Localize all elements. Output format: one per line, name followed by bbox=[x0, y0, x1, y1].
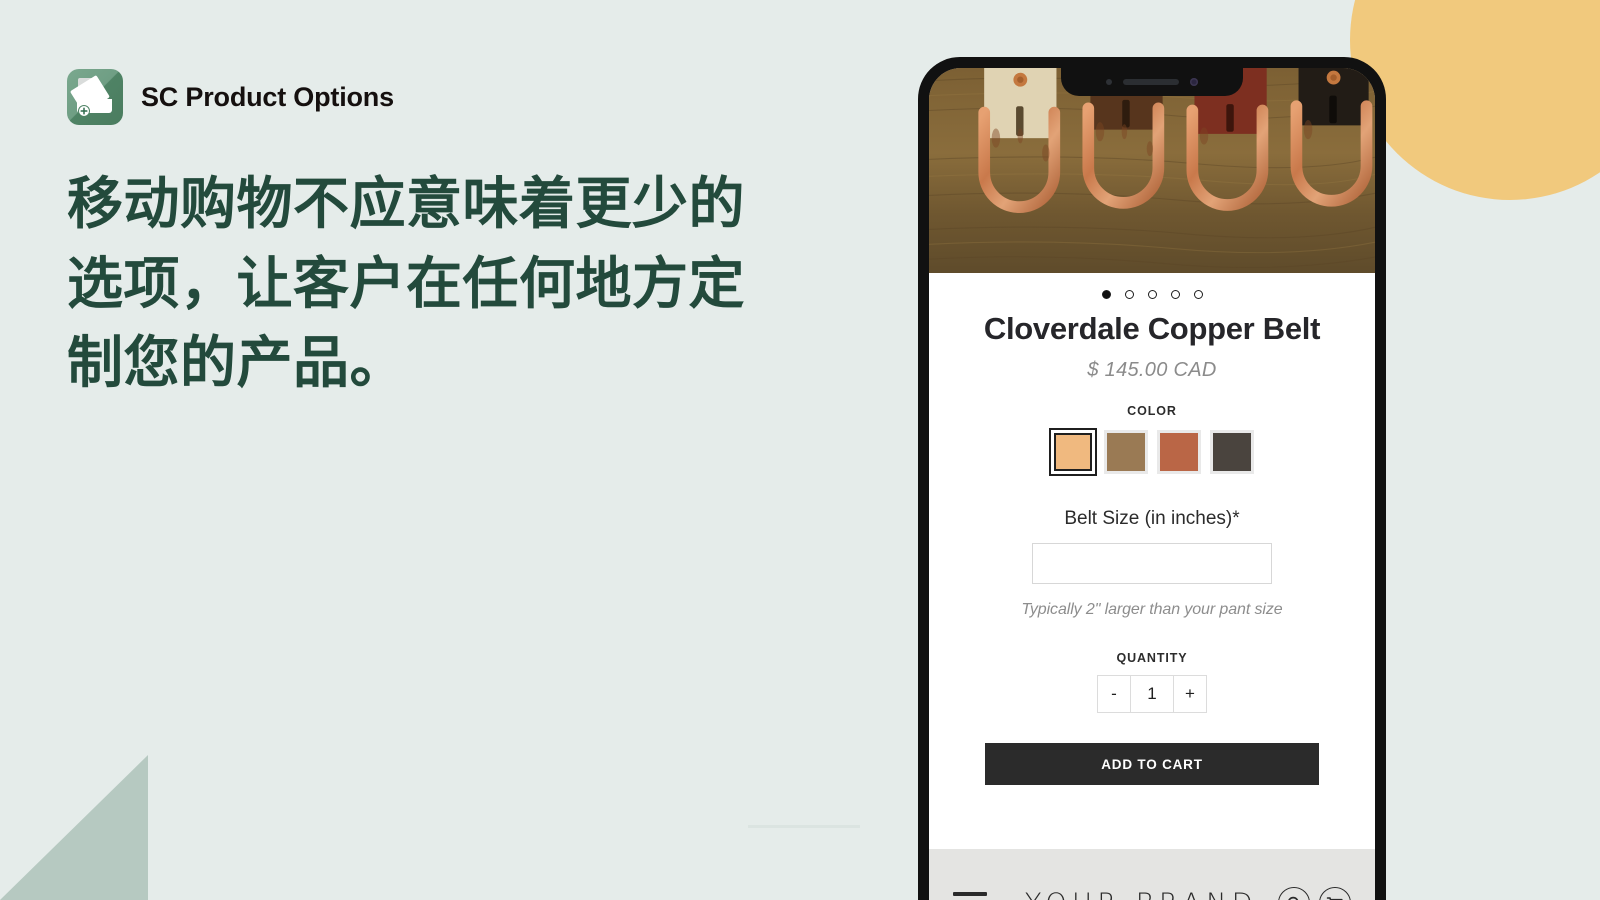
store-brand-name: YOUR BRAND bbox=[987, 888, 1278, 900]
color-option-label: COLOR bbox=[1127, 404, 1177, 418]
color-swatch-natural-tan[interactable] bbox=[1050, 430, 1095, 474]
hamburger-menu-icon[interactable] bbox=[953, 892, 987, 900]
carousel-dot-4[interactable] bbox=[1170, 290, 1180, 299]
carousel-dot-2[interactable] bbox=[1124, 290, 1134, 299]
product-image[interactable] bbox=[929, 68, 1375, 273]
app-title: SC Product Options bbox=[141, 81, 394, 112]
proximity-sensor-icon bbox=[1106, 79, 1112, 85]
decorative-divider-line bbox=[748, 825, 860, 828]
product-title: Cloverdale Copper Belt bbox=[983, 311, 1321, 346]
carousel-dot-5[interactable] bbox=[1193, 290, 1203, 299]
quantity-decrement-button[interactable]: - bbox=[1097, 675, 1131, 713]
front-camera-icon bbox=[1190, 78, 1198, 86]
phone-mockup: Cloverdale Copper Belt $ 145.00 CAD COLO… bbox=[918, 57, 1386, 900]
app-branding: SC Product Options bbox=[67, 68, 827, 126]
color-swatch-medium-brown[interactable] bbox=[1103, 430, 1148, 474]
store-header-bar: YOUR BRAND bbox=[929, 849, 1375, 900]
quantity-stepper[interactable]: - 1 + bbox=[929, 675, 1375, 713]
plus-icon bbox=[78, 105, 90, 117]
decorative-sage-triangle bbox=[0, 755, 148, 900]
store-bar-icons bbox=[1278, 887, 1351, 900]
color-swatch-rust[interactable] bbox=[1156, 430, 1201, 474]
belt-size-input[interactable] bbox=[1032, 543, 1272, 584]
quantity-label: QUANTITY bbox=[1116, 651, 1188, 665]
phone-notch bbox=[1061, 68, 1243, 96]
page-root: SC Product Options 移动购物不应意味着更少的选项，让客户在任何… bbox=[0, 0, 1600, 900]
carousel-dot-3[interactable] bbox=[1147, 290, 1157, 299]
belt-size-label: Belt Size (in inches)* bbox=[1064, 508, 1240, 529]
quantity-value[interactable]: 1 bbox=[1131, 675, 1173, 713]
color-swatch-group[interactable] bbox=[929, 430, 1375, 474]
carousel-dot-1[interactable] bbox=[1101, 290, 1111, 299]
belt-size-help-text: Typically 2" larger than your pant size bbox=[1021, 601, 1283, 618]
carousel-dots[interactable] bbox=[929, 273, 1375, 305]
search-icon[interactable] bbox=[1278, 887, 1310, 900]
product-price: $ 145.00 CAD bbox=[1087, 359, 1217, 381]
decorative-yellow-circle bbox=[1350, 0, 1600, 200]
phone-screen: Cloverdale Copper Belt $ 145.00 CAD COLO… bbox=[929, 68, 1375, 900]
quantity-increment-button[interactable]: + bbox=[1173, 675, 1207, 713]
earpiece-speaker-icon bbox=[1123, 79, 1179, 85]
page-headline: 移动购物不应意味着更少的选项，让客户在任何地方定制您的产品。 bbox=[67, 172, 745, 395]
intro-panel: SC Product Options 移动购物不应意味着更少的选项，让客户在任何… bbox=[67, 68, 827, 403]
color-swatch-charcoal-brown[interactable] bbox=[1209, 430, 1254, 474]
product-options-logo-icon bbox=[67, 69, 123, 125]
add-to-cart-button[interactable]: ADD TO CART bbox=[985, 743, 1319, 785]
shopping-cart-icon[interactable] bbox=[1319, 887, 1351, 900]
